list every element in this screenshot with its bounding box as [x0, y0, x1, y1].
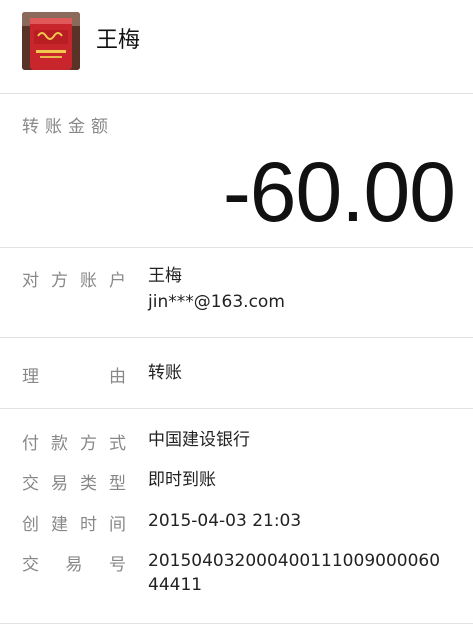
- contact-header: 王梅: [0, 0, 473, 94]
- transaction-type-value: 即时到账: [148, 470, 216, 490]
- contact-name: 王梅: [96, 28, 141, 53]
- transaction-number-value: 20150403200040011100900006044411: [148, 551, 441, 595]
- amount-value: -60.00: [222, 145, 456, 239]
- detail-section: 付款方式 中国建设银行 交易类型 即时到账 创建时间 2015-04-03 21…: [0, 409, 473, 624]
- reason-section: 理由 转账: [0, 338, 473, 409]
- label-char: 易: [51, 474, 68, 494]
- label-char: 交: [22, 555, 39, 575]
- payment-method-value: 中国建设银行: [148, 430, 250, 450]
- label-char: 创: [22, 515, 39, 535]
- label-char: 时: [80, 515, 97, 535]
- payee-section: 对方账户 王梅 jin***@163.com: [0, 248, 473, 338]
- payee-label: 对方账户: [22, 266, 126, 291]
- label-char: 式: [109, 434, 126, 454]
- created-time-value: 2015-04-03 21:03: [148, 511, 302, 531]
- payee-account: jin***@163.com: [148, 292, 285, 312]
- label-char: 对: [22, 271, 39, 291]
- product-photo-avatar-icon: [22, 12, 80, 70]
- payment-method-label: 付款方式: [22, 429, 126, 454]
- label-char: 款: [51, 434, 68, 454]
- label-char: 理: [22, 367, 39, 387]
- label-char: 方: [80, 434, 97, 454]
- label-char: 易: [65, 555, 83, 575]
- label-char: 类: [80, 474, 97, 494]
- reason-label: 理由: [22, 362, 126, 387]
- payee-name: 王梅: [148, 266, 182, 286]
- label-char: 号: [109, 555, 126, 575]
- reason-value: 转账: [148, 363, 182, 383]
- label-char: 建: [51, 515, 68, 535]
- amount-label: 转账金额: [22, 117, 114, 137]
- transaction-number-label: 交易号: [22, 550, 126, 575]
- amount-section: 转账金额 -60.00: [0, 94, 473, 248]
- label-char: 由: [109, 367, 126, 387]
- label-char: 交: [22, 474, 39, 494]
- label-char: 户: [109, 271, 126, 291]
- transaction-type-label: 交易类型: [22, 469, 126, 494]
- label-char: 账: [80, 271, 97, 291]
- avatar[interactable]: [22, 12, 80, 70]
- label-char: 型: [109, 474, 126, 494]
- created-time-label: 创建时间: [22, 510, 126, 535]
- label-char: 付: [22, 434, 39, 454]
- label-char: 方: [51, 271, 68, 291]
- label-char: 间: [109, 515, 126, 535]
